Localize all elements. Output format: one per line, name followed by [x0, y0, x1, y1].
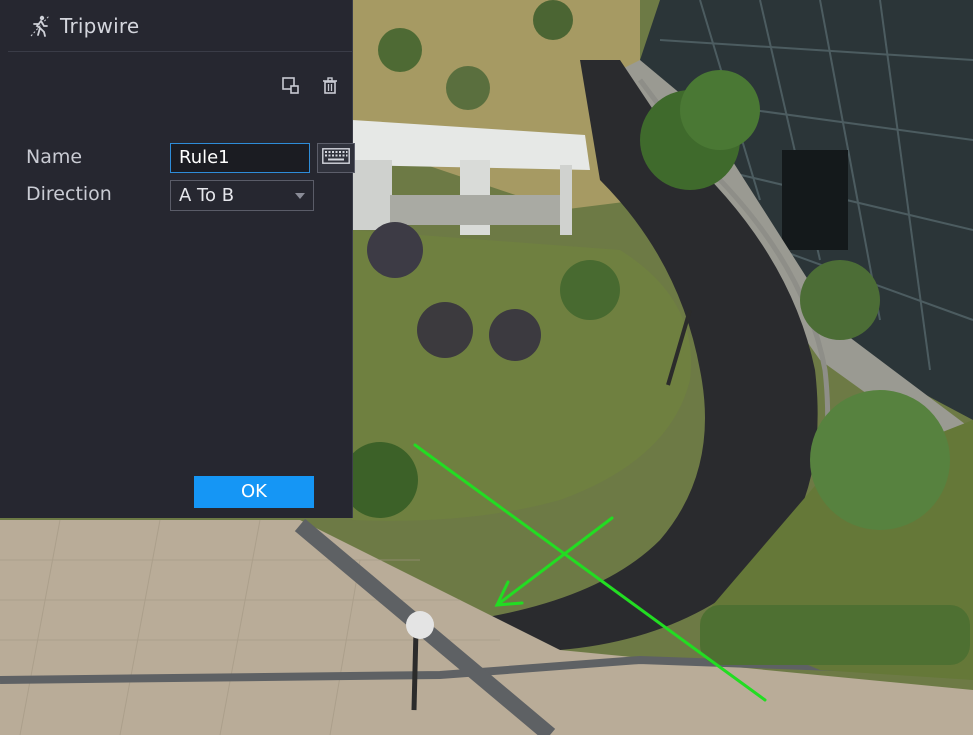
panel-title-bar: Tripwire: [8, 0, 352, 52]
tripwire-settings-panel: Tripwire Name Rule1 Direction A To B OK: [0, 0, 355, 518]
keyboard-icon: [322, 148, 350, 168]
trash-icon[interactable]: [320, 76, 340, 96]
keyboard-button[interactable]: [317, 143, 355, 173]
running-person-icon: [28, 14, 52, 38]
rule-name-input[interactable]: Rule1: [170, 143, 310, 173]
panel-title: Tripwire: [60, 13, 140, 38]
direction-label: Direction: [26, 183, 112, 205]
direction-selected-value: A To B: [179, 185, 235, 206]
building-entrance: [782, 150, 848, 250]
tripwire-setup-screen: Tripwire Name Rule1 Direction A To B OK: [0, 0, 973, 735]
name-label: Name: [26, 146, 83, 168]
chevron-down-icon: [295, 193, 305, 199]
ok-button[interactable]: OK: [194, 476, 314, 508]
draw-region-icon[interactable]: [281, 76, 301, 96]
direction-dropdown[interactable]: A To B: [170, 180, 314, 211]
